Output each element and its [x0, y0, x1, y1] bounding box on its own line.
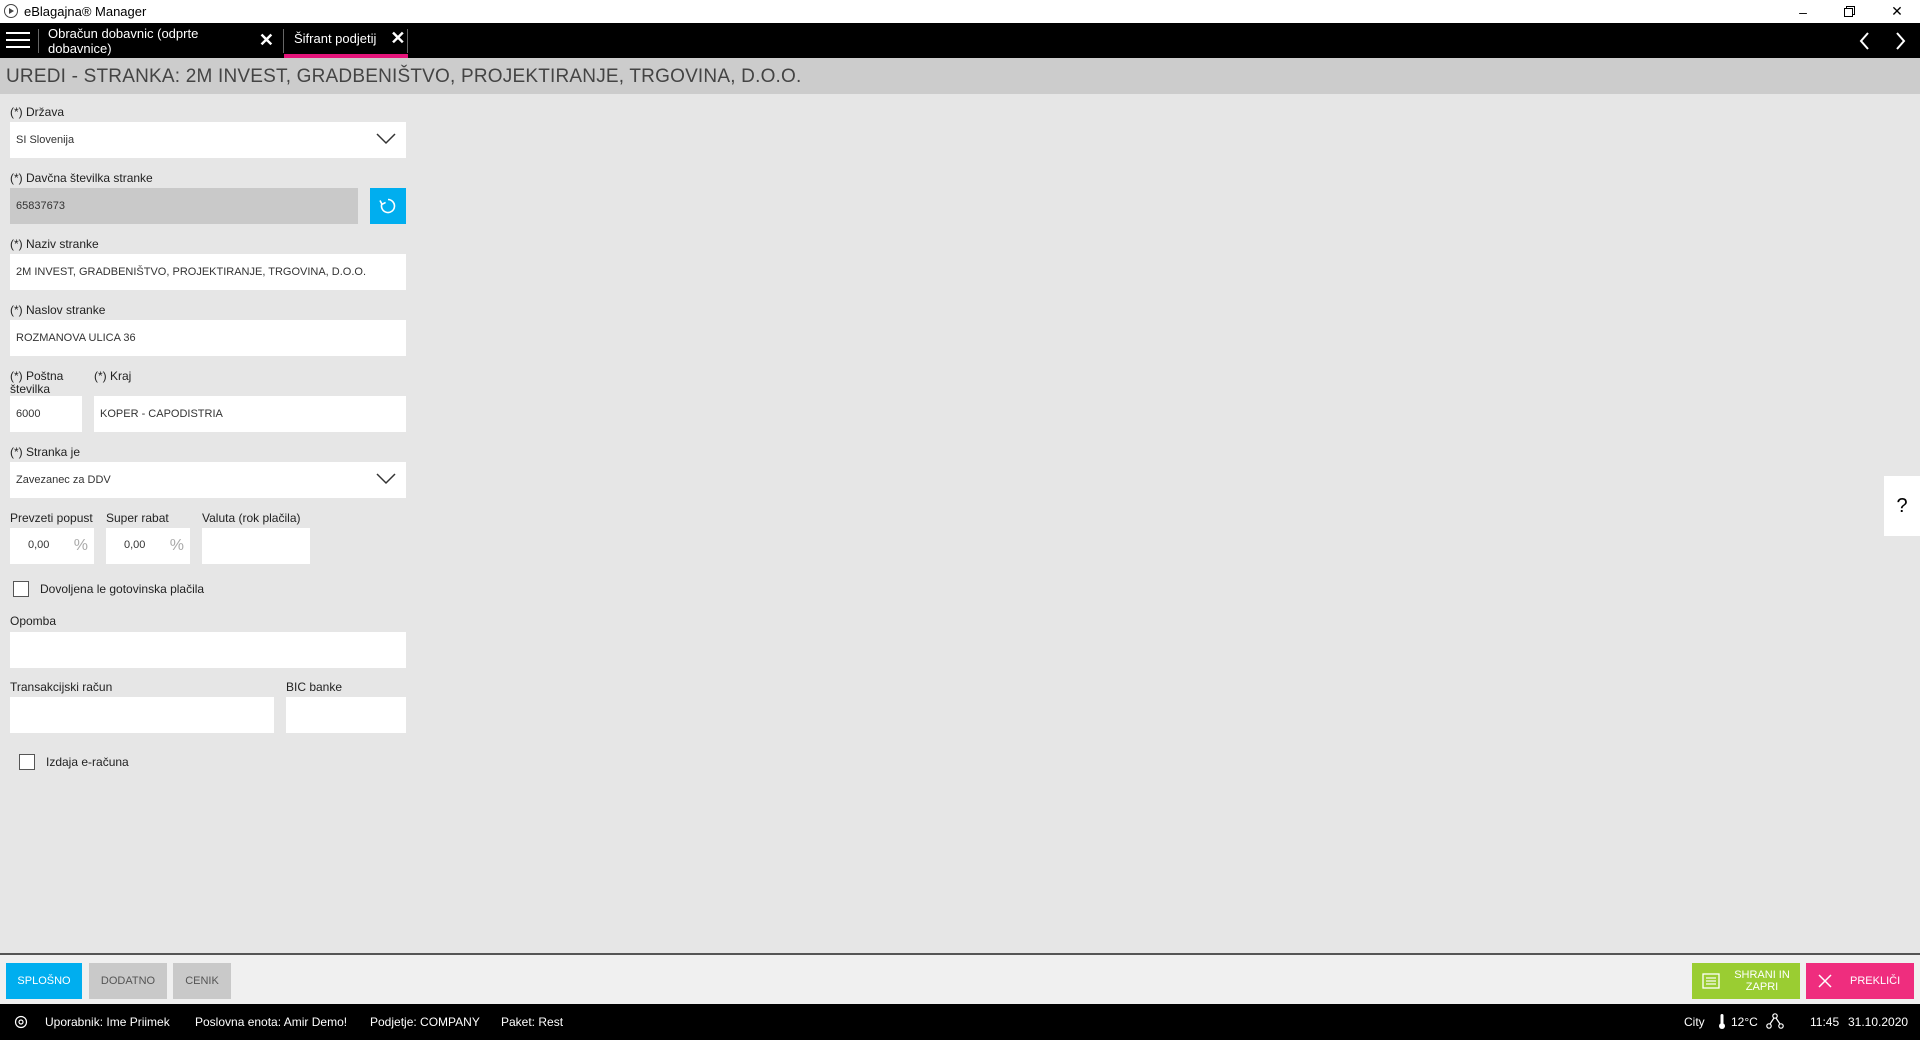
- settings-icon[interactable]: [14, 1015, 28, 1029]
- app-logo-icon: [4, 4, 18, 18]
- address-input[interactable]: ROZMANOVA ULICA 36: [10, 320, 406, 356]
- status-time: 11:45: [1810, 1015, 1840, 1029]
- country-label: (*) Država: [10, 105, 65, 119]
- percent-icon: %: [73, 537, 88, 554]
- tab-separator: [38, 29, 39, 53]
- weather-temperature: 12°C: [1731, 1015, 1758, 1029]
- menu-icon[interactable]: [6, 32, 30, 49]
- city-label: (*) Kraj: [94, 369, 132, 383]
- tab-label: Šifrant podjetij: [294, 31, 377, 46]
- tab-obracun-dobavnic[interactable]: Obračun dobavnic (odprte dobavnice) ✕: [48, 23, 274, 58]
- tab-splosno[interactable]: SPLOŠNO: [6, 963, 82, 999]
- save-label-line2: ZAPRI: [1745, 981, 1779, 993]
- customer-type-value: Zavezanec za DDV: [16, 474, 111, 486]
- page-header: UREDI - STRANKA: 2M INVEST, GRADBENIŠTVO…: [0, 58, 1920, 94]
- page-title: UREDI - STRANKA: 2M INVEST, GRADBENIŠTVO…: [6, 66, 802, 87]
- status-package: Paket: Rest: [501, 1015, 564, 1029]
- einvoice-checkbox[interactable]: [19, 754, 35, 770]
- super-rabat-label: Super rabat: [106, 511, 169, 525]
- tab-separator: [407, 29, 408, 53]
- einvoice-label: Izdaja e-računa: [46, 755, 129, 769]
- discount-label: Prevzeti popust: [10, 511, 93, 525]
- status-user: Uporabnik: Ime Priimek: [45, 1015, 170, 1029]
- super-rabat-input[interactable]: 0,00 %: [106, 528, 190, 564]
- super-rabat-value: 0,00: [124, 539, 146, 551]
- status-company: Podjetje: COMPANY: [370, 1015, 480, 1029]
- postal-code-label-line2: številka: [10, 382, 51, 396]
- discount-value: 0,00: [28, 539, 50, 551]
- chevron-right-icon[interactable]: [1890, 29, 1910, 53]
- tax-number-field: 65837673: [10, 188, 358, 224]
- close-icon: [1818, 974, 1832, 988]
- address-value: ROZMANOVA ULICA 36: [16, 332, 136, 344]
- status-bar: Uporabnik: Ime Priimek Poslovna enota: A…: [0, 1004, 1920, 1040]
- bank-account-input[interactable]: [10, 697, 274, 733]
- city-input[interactable]: KOPER - CAPODISTRIA: [94, 396, 406, 432]
- note-input[interactable]: [10, 632, 406, 668]
- tab-dodatno[interactable]: DODATNO: [89, 963, 167, 999]
- cash-only-checkbox[interactable]: [13, 581, 29, 597]
- country-value: SI Slovenija: [16, 134, 75, 146]
- save-icon: [1702, 973, 1720, 989]
- company-name-value: 2M INVEST, GRADBENIŠTVO, PROJEKTIRANJE, …: [16, 266, 367, 278]
- cash-only-label: Dovoljena le gotovinska plačila: [40, 582, 205, 596]
- minimize-icon[interactable]: –: [1786, 0, 1820, 23]
- postal-code-input[interactable]: 6000: [10, 396, 82, 432]
- bic-input[interactable]: [286, 697, 406, 733]
- restore-icon[interactable]: [1832, 0, 1866, 23]
- weather-city: City: [1684, 1015, 1705, 1029]
- customer-type-label: (*) Stranka je: [10, 445, 81, 459]
- chevron-down-icon: [376, 133, 396, 145]
- city-value: KOPER - CAPODISTRIA: [100, 408, 223, 420]
- close-tab-icon[interactable]: ✕: [259, 30, 274, 51]
- note-label: Opomba: [10, 614, 57, 628]
- company-name-label: (*) Naziv stranke: [10, 237, 99, 251]
- percent-icon: %: [169, 537, 184, 554]
- window-title-bar: eBlagajna® Manager – ✕: [0, 0, 1920, 23]
- discount-input[interactable]: 0,00 %: [10, 528, 94, 564]
- refresh-icon: [379, 198, 396, 214]
- currency-input[interactable]: [202, 528, 310, 564]
- postal-code-value: 6000: [16, 408, 41, 420]
- customer-type-select[interactable]: Zavezanec za DDV: [10, 462, 406, 498]
- cancel-button[interactable]: PREKLIČI: [1806, 963, 1914, 999]
- tab-label: Obračun dobavnic (odprte dobavnice): [48, 25, 199, 56]
- tab-bar: Obračun dobavnic (odprte dobavnice) ✕ Ši…: [0, 23, 1920, 58]
- cancel-label: PREKLIČI: [1850, 975, 1901, 987]
- close-window-icon[interactable]: ✕: [1880, 0, 1914, 23]
- tab-sifrant-podjetij[interactable]: Šifrant podjetij ✕: [284, 23, 408, 58]
- country-select[interactable]: SI Slovenija: [10, 122, 406, 158]
- status-date: 31.10.2020: [1848, 1015, 1909, 1029]
- bottom-action-bar: SPLOŠNO DODATNO CENIK SHRANI IN ZAPRI PR…: [0, 953, 1920, 1004]
- tax-number-value: 65837673: [16, 200, 65, 212]
- thermometer-icon: [1719, 1014, 1725, 1029]
- postal-code-label: (*) Poštna številka: [10, 370, 63, 396]
- tab-cenik[interactable]: CENIK: [173, 963, 231, 999]
- status-business-unit: Poslovna enota: Amir Demo!: [195, 1015, 348, 1029]
- network-icon: [1766, 1013, 1784, 1029]
- chevron-left-icon[interactable]: [1855, 29, 1875, 53]
- tax-number-label: (*) Davčna številka stranke: [10, 171, 153, 185]
- company-name-input[interactable]: 2M INVEST, GRADBENIŠTVO, PROJEKTIRANJE, …: [10, 254, 406, 290]
- bic-label: BIC banke: [286, 680, 343, 694]
- address-label: (*) Naslov stranke: [10, 303, 106, 317]
- close-tab-icon[interactable]: ✕: [390, 28, 405, 49]
- refresh-button[interactable]: [370, 188, 406, 224]
- save-label-line1: SHRANI IN: [1734, 969, 1790, 981]
- window-title: eBlagajna® Manager: [24, 4, 147, 19]
- help-button[interactable]: ?: [1884, 476, 1920, 536]
- bank-account-label: Transakcijski račun: [10, 680, 113, 694]
- save-and-close-button[interactable]: SHRANI IN ZAPRI: [1692, 963, 1800, 999]
- chevron-down-icon: [376, 473, 396, 485]
- currency-label: Valuta (rok plačila): [202, 511, 301, 525]
